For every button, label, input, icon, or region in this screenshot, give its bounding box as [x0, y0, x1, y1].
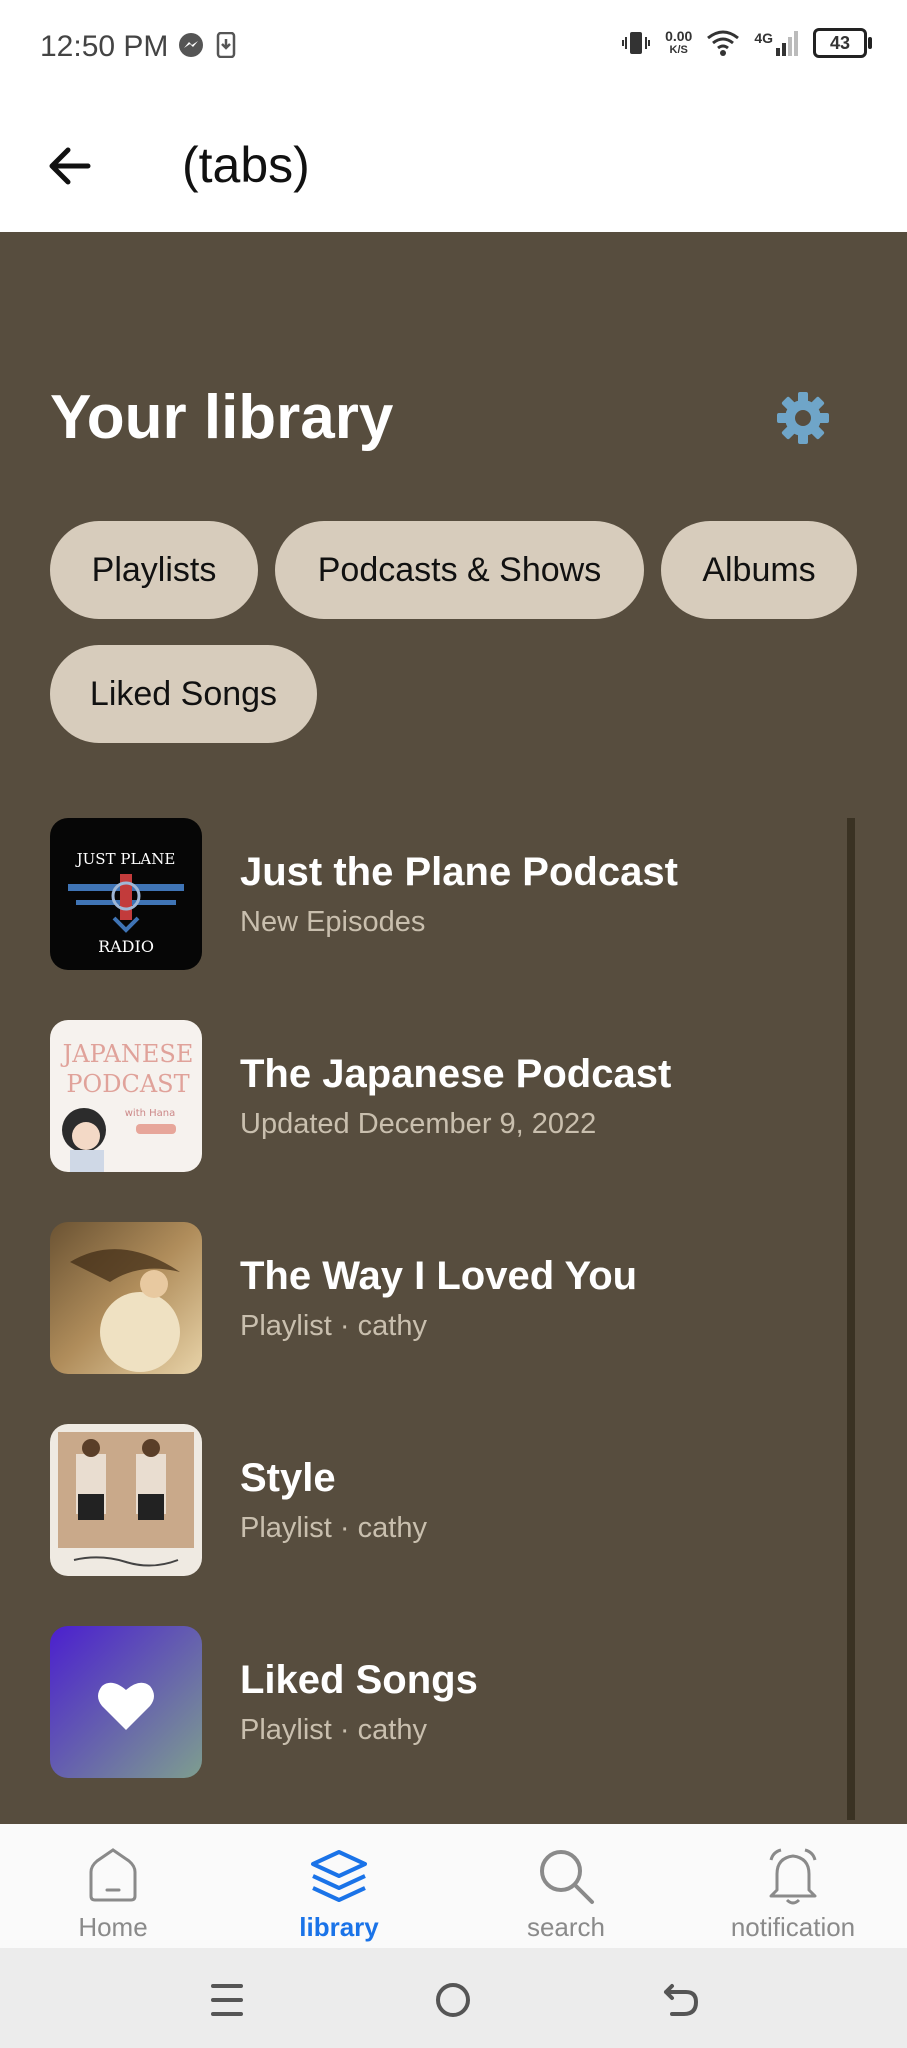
japanese-podcast-artwork: JAPANESE PODCAST with Hana: [50, 1020, 202, 1172]
download-icon: [216, 32, 236, 58]
nav-search[interactable]: search: [453, 1824, 679, 1948]
item-subtitle: Playlist · cathy: [240, 1714, 427, 1746]
wifi-icon: [707, 30, 740, 56]
status-time: 12:50 PM: [40, 30, 169, 63]
back-arrow-icon[interactable]: [40, 136, 100, 196]
item-title: Style: [240, 1456, 336, 1500]
battery-indicator: 43: [813, 28, 872, 58]
svg-text:with Hana: with Hana: [125, 1108, 176, 1119]
plane-podcast-artwork: JUST PLANE RADIO: [50, 818, 202, 970]
app-bar: (tabs): [0, 100, 907, 232]
layers-icon: [311, 1850, 367, 1902]
network-type: 4G: [754, 30, 773, 46]
net-speed: 0.00 K/S: [665, 28, 693, 56]
item-title: Just the Plane Podcast: [240, 850, 678, 894]
item-subtitle: Playlist · cathy: [240, 1512, 427, 1544]
home-icon: [89, 1848, 137, 1902]
svg-text:JUST PLANE: JUST PLANE: [75, 850, 176, 868]
gear-icon[interactable]: [775, 390, 831, 446]
svg-text:PODCAST: PODCAST: [66, 1070, 189, 1098]
chip-playlists[interactable]: Playlists: [50, 521, 258, 619]
way-i-loved-you-artwork: [50, 1222, 202, 1374]
style-artwork: [50, 1424, 202, 1576]
list-item[interactable]: JAPANESE PODCAST with Hana The Japanese …: [50, 1020, 830, 1172]
vibrate-icon: [622, 32, 651, 54]
chip-liked-songs[interactable]: Liked Songs: [50, 645, 317, 743]
item-subtitle: Updated December 9, 2022: [240, 1108, 597, 1140]
list-item[interactable]: Liked Songs Playlist · cathy: [50, 1626, 830, 1778]
library-content: Your library Playlists Podcasts & Shows …: [0, 232, 907, 1824]
item-title: Liked Songs: [240, 1658, 478, 1702]
system-nav-bar: [0, 1948, 907, 2048]
svg-text:JAPANESE: JAPANESE: [60, 1040, 194, 1068]
page-title: Your library: [50, 383, 394, 452]
liked-songs-artwork: [50, 1626, 202, 1778]
messenger-icon: [179, 33, 203, 57]
back-icon[interactable]: [658, 1978, 702, 2022]
list-item[interactable]: JUST PLANE RADIO Just the Plane Podcast …: [50, 818, 830, 970]
home-circle-icon[interactable]: [431, 1978, 475, 2022]
item-subtitle: New Episodes: [240, 906, 426, 938]
bottom-nav: Home library search notification: [0, 1824, 907, 1948]
svg-text:RADIO: RADIO: [98, 937, 154, 956]
chip-podcasts-shows[interactable]: Podcasts & Shows: [275, 521, 644, 619]
scrollbar[interactable]: [847, 818, 855, 1820]
status-bar: 12:50 PM 0.00 K/S 4G 43: [0, 0, 907, 100]
app-title: (tabs): [182, 137, 310, 193]
search-icon: [540, 1850, 594, 1904]
list-item[interactable]: Style Playlist · cathy: [50, 1424, 830, 1576]
menu-icon[interactable]: [205, 1978, 249, 2022]
item-title: The Way I Loved You: [240, 1254, 638, 1298]
item-subtitle: Playlist · cathy: [240, 1310, 427, 1342]
nav-library[interactable]: library: [226, 1824, 452, 1948]
chip-albums[interactable]: Albums: [661, 521, 857, 619]
signal-icon: [776, 31, 798, 56]
item-title: The Japanese Podcast: [240, 1052, 672, 1096]
list-item[interactable]: The Way I Loved You Playlist · cathy: [50, 1222, 830, 1374]
nav-notification[interactable]: notification: [680, 1824, 906, 1948]
bell-icon: [769, 1848, 817, 1905]
nav-home[interactable]: Home: [0, 1824, 226, 1948]
